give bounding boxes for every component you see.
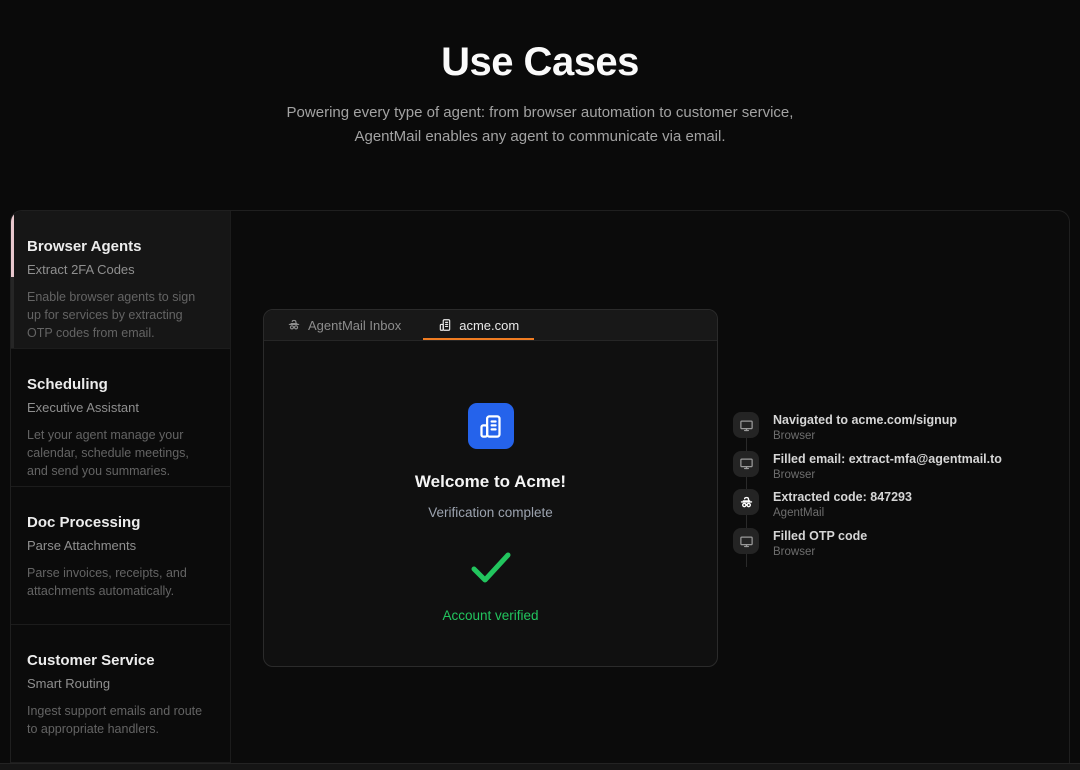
agent-event-timeline: Navigated to acme.com/signup Browser [733,412,1002,567]
demo-area: AgentMail Inbox acme.com [231,211,1069,763]
monitor-icon [733,528,759,554]
monitor-icon [733,412,759,438]
event-label: Filled OTP code [773,529,867,543]
use-case-title: Browser Agents [27,238,204,255]
use-case-description: Parse invoices, receipts, and attachment… [27,564,204,600]
use-case-title: Scheduling [27,376,204,393]
use-case-card[interactable]: Doc Processing Parse Attachments Parse i… [11,487,230,625]
page-title: Use Cases [0,40,1080,85]
timeline-event: Filled OTP code Browser [733,528,1002,567]
account-verified-label: Account verified [442,608,538,623]
use-case-subtitle: Smart Routing [27,676,204,691]
event-label: Extracted code: 847293 [773,490,912,504]
browser-tab[interactable]: acme.com [423,310,534,340]
event-source: Browser [773,430,957,442]
tab-label: acme.com [459,318,519,333]
usecase-sidebar: Browser Agents Extract 2FA Codes Enable … [11,211,231,763]
usecases-panel: Browser Agents Extract 2FA Codes Enable … [10,210,1070,763]
usecases-header: Use Cases Powering every type of agent: … [0,0,1080,149]
page-subtitle: Powering every type of agent: from brows… [280,101,800,149]
active-tab-underline [423,338,534,341]
signup-success-screen: Welcome to Acme! Verification complete A… [264,341,717,667]
timeline-event: Filled email: extract-mfa@agentmail.to B… [733,451,1002,490]
agentmail-spy-icon [287,318,301,332]
success-check-icon [468,550,514,591]
use-case-subtitle: Executive Assistant [27,400,204,415]
use-case-description: Enable browser agents to sign up for ser… [27,288,204,342]
building-icon [438,318,452,332]
timeline-event: Extracted code: 847293 AgentMail [733,489,1002,528]
browser-tab[interactable]: AgentMail Inbox [272,310,423,340]
use-case-card[interactable]: Customer Service Smart Routing Ingest su… [11,625,230,763]
use-case-card[interactable]: Scheduling Executive Assistant Let your … [11,349,230,487]
use-case-description: Let your agent manage your calendar, sch… [27,426,204,480]
use-case-card[interactable]: Browser Agents Extract 2FA Codes Enable … [11,211,230,349]
welcome-title: Welcome to Acme! [415,472,566,492]
building-icon [477,413,504,440]
agentmail-spy-icon [733,489,759,515]
event-source: Browser [773,546,867,558]
event-source: Browser [773,469,1002,481]
browser-mockup: AgentMail Inbox acme.com [263,309,718,667]
browser-tabbar: AgentMail Inbox acme.com [264,310,717,341]
tab-label: AgentMail Inbox [308,318,401,333]
use-case-description: Ingest support emails and route to appro… [27,702,204,738]
verification-subtitle: Verification complete [428,505,553,520]
timeline-event: Navigated to acme.com/signup Browser [733,412,1002,451]
use-case-subtitle: Parse Attachments [27,538,204,553]
use-case-title: Customer Service [27,652,204,669]
event-label: Navigated to acme.com/signup [773,413,957,427]
event-source: AgentMail [773,507,912,519]
next-section-edge [0,763,1080,770]
acme-logo-tile [468,403,514,449]
use-case-title: Doc Processing [27,514,204,531]
event-label: Filled email: extract-mfa@agentmail.to [773,452,1002,466]
progress-accent-bar [11,211,14,348]
use-case-subtitle: Extract 2FA Codes [27,262,204,277]
monitor-icon [733,451,759,477]
